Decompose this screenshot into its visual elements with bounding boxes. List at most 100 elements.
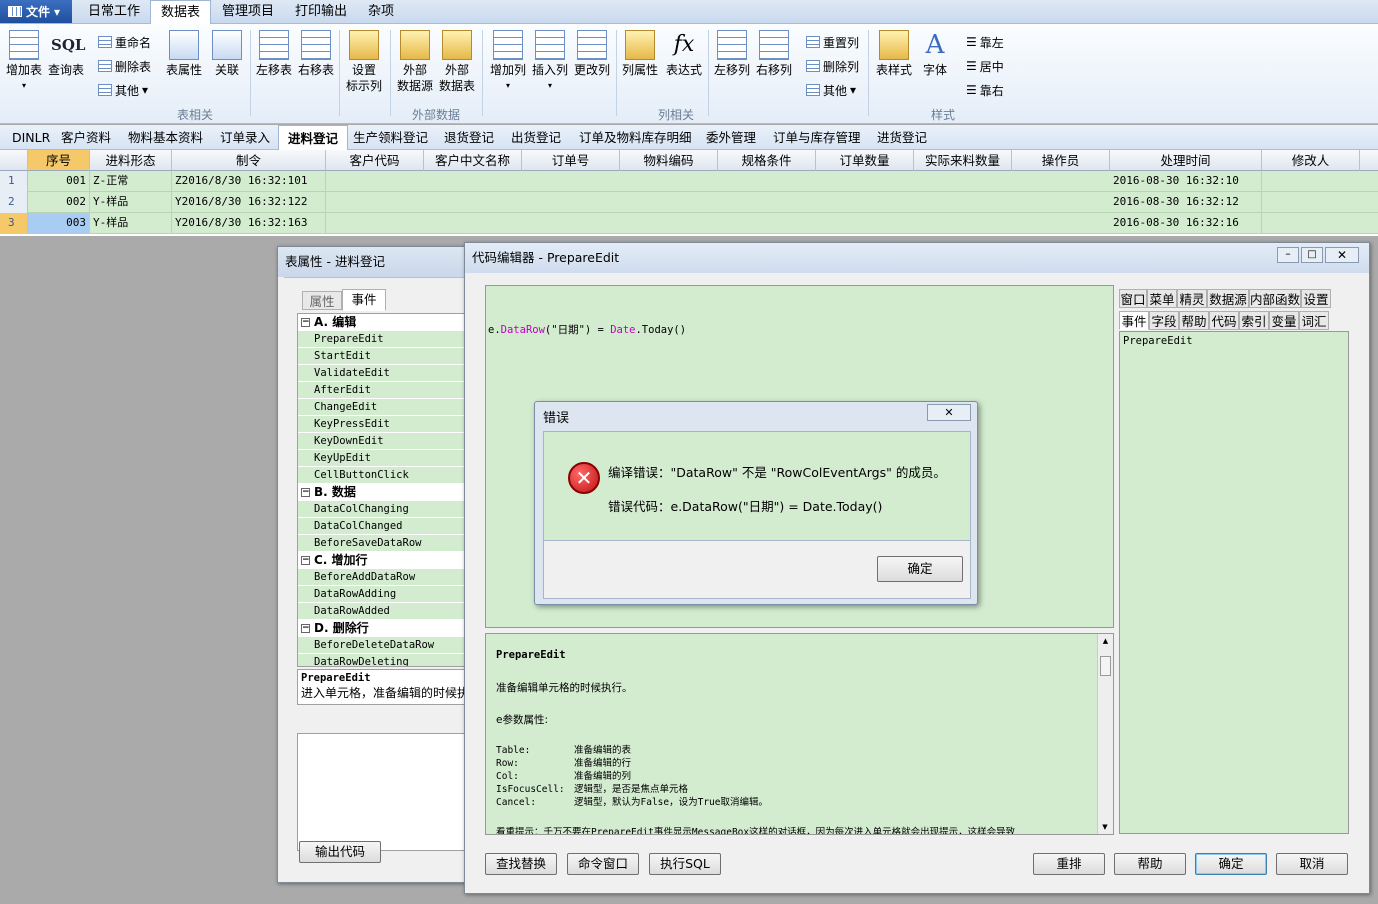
sheet-tab[interactable]: 客户资料 <box>52 125 120 150</box>
rename-button[interactable]: 重命名 <box>98 30 151 54</box>
event-category[interactable]: − B. 数据 <box>298 484 476 501</box>
cell-order[interactable]: Y2016/8/30 16:32:163 <box>172 213 326 234</box>
insert-col-button[interactable]: 插入列 ▾ <box>532 30 568 94</box>
notes-box[interactable] <box>297 733 477 851</box>
event-item[interactable]: DataRowDeleting <box>298 654 476 666</box>
collapse-icon[interactable]: − <box>301 556 310 565</box>
sheet-tab[interactable]: 进货登记 <box>868 125 936 150</box>
align-left-button[interactable]: ☰ 靠左 <box>966 30 1004 54</box>
cell-time[interactable]: 2016-08-30 16:32:10 <box>1110 171 1262 192</box>
minimize-icon[interactable]: – <box>1277 247 1299 263</box>
cell-form[interactable]: Z-正常 <box>90 171 172 192</box>
column-header[interactable]: 修改人 <box>1262 150 1360 171</box>
delete-col-button[interactable]: 删除列 <box>806 54 859 78</box>
close-icon[interactable]: ✕ <box>1325 247 1359 263</box>
tab-properties[interactable]: 属性 <box>302 291 342 310</box>
sheet-tab[interactable]: 订单及物料库存明细 <box>570 125 701 150</box>
event-item[interactable]: DataRowAdding <box>298 586 476 603</box>
list-item[interactable]: PrepareEdit <box>1120 332 1348 350</box>
align-right-button[interactable]: ☰ 靠右 <box>966 78 1004 102</box>
table-row[interactable]: 1 001 Z-正常 Z2016/8/30 16:32:101 2016-08-… <box>0 171 1378 192</box>
right-panel-tab[interactable]: 数据源 <box>1207 289 1249 308</box>
table-style-button[interactable]: 表样式 <box>876 30 912 78</box>
change-col-button[interactable]: 更改列 <box>574 30 610 78</box>
sheet-tab[interactable]: 订单录入 <box>211 125 279 150</box>
right-list[interactable]: PrepareEdit <box>1119 331 1349 834</box>
column-header[interactable]: 进料形态 <box>90 150 172 171</box>
data-grid[interactable]: 序号 进料形态 制令 客户代码 客户中文名称 订单号 物料编码 规格条件 订单数… <box>0 150 1378 236</box>
set-label-col-button[interactable]: 设置 标示列 <box>346 30 382 94</box>
tab-manage-project[interactable]: 管理项目 <box>212 0 284 24</box>
other-col-button[interactable]: 其他 ▾ <box>806 78 859 102</box>
maximize-icon[interactable]: □ <box>1301 247 1323 263</box>
relation-button[interactable]: 关联 <box>212 30 242 78</box>
cell-seq[interactable]: 001 <box>28 171 90 192</box>
cell-order[interactable]: Z2016/8/30 16:32:101 <box>172 171 326 192</box>
row-number[interactable]: 3 <box>0 213 28 234</box>
event-item[interactable]: ValidateEdit <box>298 365 476 382</box>
sheet-tab[interactable]: 生产领料登记 <box>344 125 437 150</box>
font-button[interactable]: A 字体 <box>920 30 950 78</box>
column-header[interactable]: 序号 <box>28 150 90 171</box>
event-item[interactable]: BeforeDeleteDataRow <box>298 637 476 654</box>
event-item[interactable]: BeforeSaveDataRow <box>298 535 476 552</box>
align-center-button[interactable]: ☰ 居中 <box>966 54 1004 78</box>
collapse-icon[interactable]: − <box>301 488 310 497</box>
col-props-button[interactable]: 列属性 <box>622 30 658 78</box>
collapse-icon[interactable]: − <box>301 318 310 327</box>
move-right-table-button[interactable]: 右移表 <box>298 30 334 78</box>
right-panel-tab[interactable]: 窗口 <box>1119 289 1147 308</box>
help-button[interactable]: 帮助 <box>1114 853 1186 875</box>
sheet-tab[interactable]: 出货登记 <box>502 125 570 150</box>
cell-seq[interactable]: 002 <box>28 192 90 213</box>
move-right-col-button[interactable]: 右移列 <box>756 30 792 78</box>
right-panel-tab[interactable]: 内部函数 <box>1249 289 1301 308</box>
add-table-button[interactable]: 增加表 ▾ <box>6 30 42 94</box>
tab-events[interactable]: 事件 <box>342 289 386 311</box>
cell-time[interactable]: 2016-08-30 16:32:12 <box>1110 192 1262 213</box>
right-panel-tab[interactable]: 设置 <box>1301 289 1331 308</box>
cell-seq[interactable]: 003 <box>28 213 90 234</box>
column-header[interactable]: 客户代码 <box>326 150 424 171</box>
event-item[interactable]: AfterEdit <box>298 382 476 399</box>
file-menu-button[interactable]: 文件 ▾ <box>0 0 72 23</box>
execute-sql-button[interactable]: 执行SQL <box>649 853 721 875</box>
tab-misc[interactable]: 杂项 <box>358 0 404 24</box>
sheet-tab[interactable]: 订单与库存管理 <box>764 125 870 150</box>
column-header[interactable]: 客户中文名称 <box>424 150 522 171</box>
tab-data-table[interactable]: 数据表 <box>150 0 212 24</box>
right-panel-tab[interactable]: 变量 <box>1269 311 1299 330</box>
sheet-tab-active[interactable]: 进料登记 <box>278 125 349 150</box>
tab-daily-work[interactable]: 日常工作 <box>78 0 150 24</box>
right-panel-tab[interactable]: 帮助 <box>1179 311 1209 330</box>
column-header[interactable]: 订单数量 <box>816 150 914 171</box>
cell-order[interactable]: Y2016/8/30 16:32:122 <box>172 192 326 213</box>
cancel-button[interactable]: 取消 <box>1276 853 1348 875</box>
event-item[interactable]: DataRowAdded <box>298 603 476 620</box>
ext-source-button[interactable]: 外部 数据源 <box>397 30 433 94</box>
event-item[interactable]: StartEdit <box>298 348 476 365</box>
column-header[interactable]: 订单号 <box>522 150 620 171</box>
event-item[interactable]: DataColChanged <box>298 518 476 535</box>
expression-button[interactable]: fx 表达式 <box>666 30 702 78</box>
export-code-button[interactable]: 输出代码 <box>299 841 381 863</box>
right-panel-tab[interactable]: 代码 <box>1209 311 1239 330</box>
reset-col-button[interactable]: 重置列 <box>806 30 859 54</box>
column-header[interactable]: 实际来料数量 <box>914 150 1012 171</box>
column-header[interactable]: 操作员 <box>1012 150 1110 171</box>
row-number[interactable]: 2 <box>0 192 28 213</box>
other-table-button[interactable]: 其他 ▾ <box>98 78 151 102</box>
column-header[interactable]: 处理时间 <box>1110 150 1262 171</box>
query-table-button[interactable]: SQL 查询表 <box>48 30 85 78</box>
dialog-ok-button[interactable]: 确定 <box>877 556 963 582</box>
close-icon[interactable]: ✕ <box>927 404 971 421</box>
ok-button[interactable]: 确定 <box>1195 853 1267 875</box>
right-panel-tab[interactable]: 词汇 <box>1299 311 1329 330</box>
tab-print-output[interactable]: 打印输出 <box>285 0 357 24</box>
right-panel-tab[interactable]: 菜单 <box>1147 289 1177 308</box>
sheet-tab[interactable]: DINLR <box>3 125 59 150</box>
right-panel-tab[interactable]: 事件 <box>1119 311 1149 330</box>
event-category[interactable]: − D. 删除行 <box>298 620 476 637</box>
sheet-tab[interactable]: 委外管理 <box>697 125 765 150</box>
sheet-tab[interactable]: 物料基本资料 <box>119 125 212 150</box>
